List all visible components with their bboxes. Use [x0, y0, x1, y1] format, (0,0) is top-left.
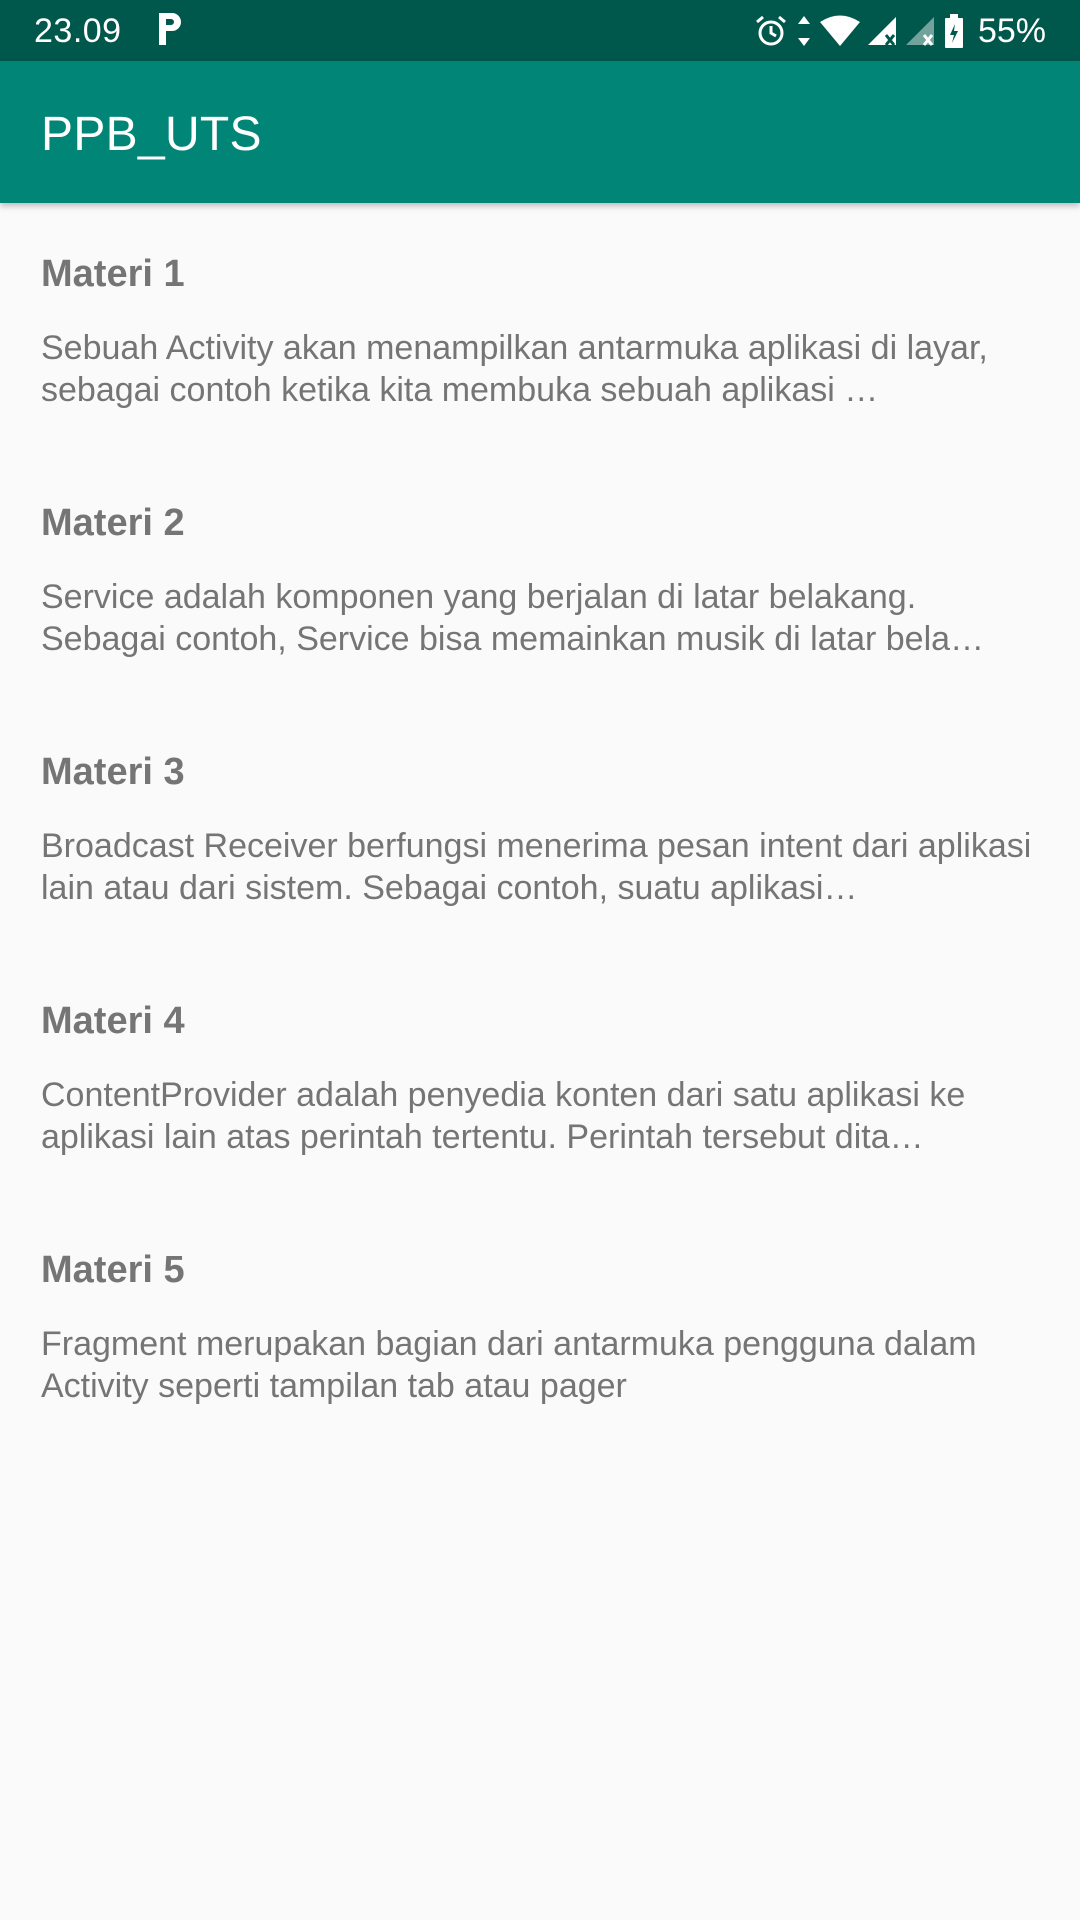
alarm-icon	[755, 15, 786, 46]
list-item-title: Materi 2	[41, 502, 185, 544]
signal-2-icon	[905, 17, 934, 46]
list-item-title: Materi 5	[41, 1249, 185, 1291]
battery-icon	[944, 14, 963, 48]
list-item-title: Materi 4	[41, 1000, 185, 1042]
battery-percent: 55%	[977, 11, 1046, 50]
status-icons: 55%	[754, 10, 1046, 52]
wifi-icon	[819, 15, 860, 46]
list-item-materi-4[interactable]: Materi 4 ContentProvider adalah penyedia…	[0, 950, 1080, 1199]
app-bar: PPB_UTS	[0, 61, 1080, 203]
list-item-materi-3[interactable]: Materi 3 Broadcast Receiver berfungsi me…	[0, 701, 1080, 950]
list-item-description: ContentProvider adalah penyedia konten d…	[41, 1076, 966, 1156]
materi-list: Materi 1 Sebuah Activity akan menampilka…	[0, 203, 1080, 1920]
list-item-materi-1[interactable]: Materi 1 Sebuah Activity akan menampilka…	[0, 203, 1080, 452]
list-item-materi-5[interactable]: Materi 5 Fragment merupakan bagian dari …	[0, 1199, 1080, 1448]
list-item-title: Materi 3	[41, 751, 185, 793]
app-title: PPB_UTS	[41, 108, 262, 161]
parking-app-icon	[159, 13, 181, 45]
list-item-description: Service adalah komponen yang berjalan di…	[41, 578, 985, 658]
list-item-title: Materi 1	[41, 253, 185, 295]
list-item-description: Fragment merupakan bagian dari antarmuka…	[41, 1325, 977, 1405]
list-item-description: Sebuah Activity akan menampilkan antarmu…	[41, 329, 988, 409]
list-item-materi-2[interactable]: Materi 2 Service adalah komponen yang be…	[0, 452, 1080, 701]
status-bar: 23.09 55%	[0, 0, 1080, 61]
data-arrows-icon	[797, 16, 810, 46]
status-time: 23.09	[34, 12, 122, 50]
signal-1-icon	[867, 17, 896, 46]
list-item-description: Broadcast Receiver berfungsi menerima pe…	[41, 827, 1032, 907]
